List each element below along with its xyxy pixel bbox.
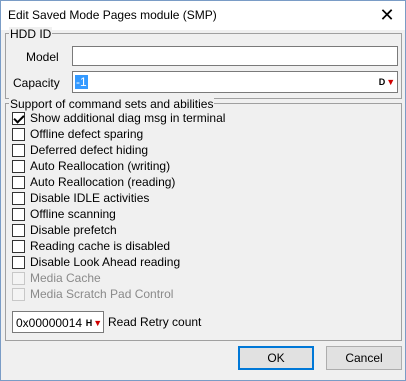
close-button[interactable]: ✕ bbox=[369, 1, 405, 30]
capacity-spin-button[interactable]: D ▼ bbox=[379, 74, 395, 89]
smp-dialog: Edit Saved Mode Pages module (SMP) ✕ HDD… bbox=[0, 0, 406, 381]
option-row[interactable]: Offline defect sparing bbox=[12, 126, 143, 142]
close-icon: ✕ bbox=[379, 5, 395, 25]
option-checkbox[interactable] bbox=[12, 143, 25, 157]
option-checkbox[interactable] bbox=[12, 239, 25, 253]
option-row[interactable]: Reading cache is disabled bbox=[12, 238, 170, 254]
option-row[interactable]: Show additional diag msg in terminal bbox=[12, 110, 225, 126]
option-checkbox bbox=[12, 271, 25, 285]
capacity-label: Capacity bbox=[13, 76, 60, 90]
red-down-arrow-icon: ▼ bbox=[93, 317, 103, 328]
option-label: Auto Reallocation (reading) bbox=[30, 175, 176, 189]
option-row: Media Cache bbox=[12, 270, 101, 286]
capacity-input[interactable]: -1 D ▼ bbox=[72, 71, 398, 93]
option-checkbox[interactable] bbox=[12, 223, 25, 237]
dialog-content: HDD ID Model Capacity -1 D ▼ Support of c… bbox=[1, 27, 405, 380]
cancel-button[interactable]: Cancel bbox=[326, 346, 402, 370]
support-legend: Support of command sets and abilities bbox=[9, 97, 215, 111]
option-row[interactable]: Offline scanning bbox=[12, 206, 116, 222]
option-label: Offline defect sparing bbox=[30, 127, 144, 141]
option-label: Media Scratch Pad Control bbox=[30, 287, 174, 301]
read-retry-value: 0x00000014 bbox=[16, 316, 83, 330]
read-retry-spin-button[interactable]: H ▼ bbox=[86, 315, 102, 330]
hdd-id-group: HDD ID Model Capacity -1 D ▼ bbox=[5, 27, 402, 99]
option-row[interactable]: Disable Look Ahead reading bbox=[12, 254, 180, 270]
model-input[interactable] bbox=[72, 46, 398, 66]
window-title: Edit Saved Mode Pages module (SMP) bbox=[8, 8, 217, 22]
option-checkbox[interactable] bbox=[12, 175, 25, 189]
option-label: Reading cache is disabled bbox=[30, 239, 171, 253]
capacity-spin-prefix: D bbox=[378, 76, 386, 87]
option-label: Media Cache bbox=[30, 271, 101, 285]
option-label: Auto Reallocation (writing) bbox=[30, 159, 171, 173]
option-label: Disable prefetch bbox=[30, 223, 117, 237]
option-label: Disable Look Ahead reading bbox=[30, 255, 181, 269]
option-row[interactable]: Disable IDLE activities bbox=[12, 190, 149, 206]
support-group: Support of command sets and abilities Sh… bbox=[5, 97, 402, 341]
hdd-id-legend: HDD ID bbox=[9, 27, 53, 41]
option-checkbox[interactable] bbox=[12, 127, 25, 141]
option-checkbox[interactable] bbox=[12, 207, 25, 221]
model-label: Model bbox=[26, 50, 59, 64]
title-bar: Edit Saved Mode Pages module (SMP) ✕ bbox=[1, 1, 405, 30]
option-checkbox[interactable] bbox=[12, 111, 25, 125]
option-label: Show additional diag msg in terminal bbox=[30, 111, 226, 125]
option-row: Media Scratch Pad Control bbox=[12, 286, 173, 302]
option-label: Disable IDLE activities bbox=[30, 191, 150, 205]
option-row[interactable]: Deferred defect hiding bbox=[12, 142, 148, 158]
ok-button[interactable]: OK bbox=[238, 346, 314, 370]
option-checkbox[interactable] bbox=[12, 159, 25, 173]
option-row[interactable]: Disable prefetch bbox=[12, 222, 117, 238]
option-label: Offline scanning bbox=[30, 207, 116, 221]
capacity-value: -1 bbox=[75, 75, 88, 89]
option-checkbox bbox=[12, 287, 25, 301]
option-row[interactable]: Auto Reallocation (writing) bbox=[12, 158, 170, 174]
option-row[interactable]: Auto Reallocation (reading) bbox=[12, 174, 175, 190]
read-retry-label: Read Retry count bbox=[108, 315, 202, 329]
read-retry-spin-prefix: H bbox=[85, 317, 93, 328]
option-label: Deferred defect hiding bbox=[30, 143, 149, 157]
red-down-arrow-icon: ▼ bbox=[386, 76, 396, 87]
read-retry-input[interactable]: 0x00000014 H ▼ bbox=[12, 311, 104, 333]
option-checkbox[interactable] bbox=[12, 255, 25, 269]
option-checkbox[interactable] bbox=[12, 191, 25, 205]
